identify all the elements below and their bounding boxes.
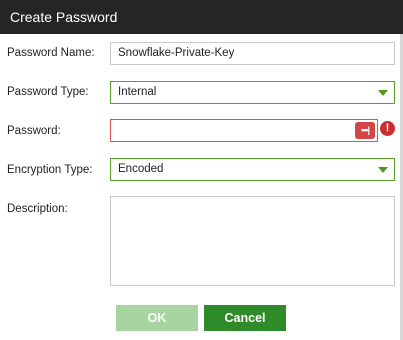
cancel-button[interactable]: Cancel	[204, 305, 286, 331]
error-icon: !	[380, 121, 395, 136]
password-type-value: Internal	[118, 86, 157, 98]
dialog-title: Create Password	[0, 0, 403, 34]
description-textarea[interactable]	[110, 196, 395, 286]
password-label: Password:	[7, 125, 61, 137]
password-input[interactable]: •••|	[110, 119, 378, 142]
encryption-type-select[interactable]: Encoded	[110, 158, 395, 181]
password-type-select[interactable]: Internal	[110, 81, 395, 104]
description-label: Description:	[7, 203, 68, 215]
password-name-input[interactable]: Snowflake-Private-Key	[110, 42, 395, 65]
password-generator-icon[interactable]: •••|	[355, 122, 375, 139]
password-type-label: Password Type:	[7, 86, 89, 98]
password-name-value: Snowflake-Private-Key	[118, 47, 235, 59]
encryption-type-label: Encryption Type:	[7, 164, 93, 176]
chevron-down-icon	[378, 90, 388, 96]
ok-button[interactable]: OK	[116, 305, 198, 331]
create-password-dialog: Create Password Password Name: Snowflake…	[0, 0, 403, 340]
encryption-type-value: Encoded	[118, 163, 164, 175]
chevron-down-icon	[378, 167, 388, 173]
password-name-label: Password Name:	[7, 47, 95, 59]
